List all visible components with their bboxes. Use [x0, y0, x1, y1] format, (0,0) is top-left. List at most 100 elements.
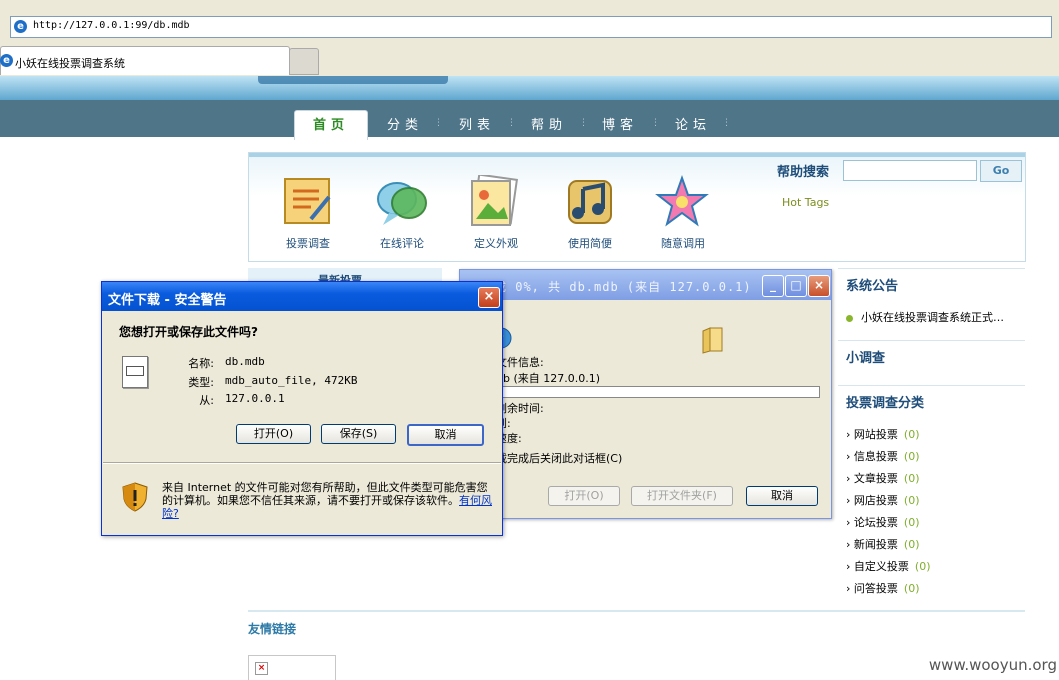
friend-links-title: 友情链接: [248, 622, 297, 636]
category-item[interactable]: › 问答投票 (0): [846, 580, 920, 596]
open-or-save-question: 您想打开或保存此文件吗?: [119, 325, 258, 339]
category-count: (0): [903, 582, 920, 595]
category-item[interactable]: › 新闻投票 (0): [846, 536, 920, 552]
address-input[interactable]: e http://127.0.0.1:99/db.mdb: [10, 16, 1052, 38]
nav-separator: ⋮: [722, 118, 731, 128]
category-item[interactable]: › 网站投票 (0): [846, 426, 920, 442]
nav-separator: ⋮: [651, 118, 660, 128]
open-folder-button[interactable]: 打开文件夹(F): [631, 486, 733, 506]
quick-link-theme[interactable]: 定义外观: [456, 235, 536, 251]
progress-dialog-titlebar: 已完成 0%, 共 db.mdb (来自 127.0.0.1) _ □ ×: [460, 270, 831, 300]
survey-icon[interactable]: [281, 175, 335, 229]
small-survey-title: 小调查: [846, 351, 886, 366]
remaining-time-label: 剩余时间:: [496, 402, 544, 415]
file-type-icon: [122, 356, 148, 388]
announce-item-text: 小妖在线投票调查系统正式…: [861, 311, 1004, 324]
ie-tab-icon: e: [0, 54, 13, 67]
address-url: http://127.0.0.1:99/db.mdb: [33, 20, 190, 31]
nav-separator: ⋮: [507, 118, 516, 128]
category-count: (0): [903, 538, 920, 551]
watermark: www.wooyun.org: [928, 656, 1057, 674]
file-name-label: 名称:: [188, 357, 214, 370]
progress-dialog-title: 已完成 0%, 共 db.mdb (来自 127.0.0.1): [468, 280, 752, 294]
category-section: 投票调查分类 › 网站投票 (0) › 信息投票 (0) › 文章投票 (0) › 网…: [838, 385, 1025, 606]
category-name: 网站投票: [853, 428, 898, 441]
file-type-value: mdb_auto_file, 472KB: [225, 374, 358, 387]
friend-links-divider: [248, 610, 1025, 612]
category-name: 网店投票: [853, 494, 898, 507]
file-info-value: db (来自 127.0.0.1): [496, 372, 601, 385]
folder-icon: [702, 327, 723, 354]
security-dialog-title: 文件下载 - 安全警告: [108, 293, 227, 308]
cancel-button[interactable]: 取消: [407, 424, 484, 446]
theme-icon[interactable]: [468, 175, 522, 229]
small-survey-section: 小调查: [838, 340, 1025, 385]
save-button[interactable]: 保存(S): [321, 424, 396, 444]
warning-message: 来自 Internet 的文件可能对您有所帮助，但此文件类型可能危害您的计算机。…: [162, 481, 488, 507]
site-nav: 首页 分类 ⋮ 列表 ⋮ 帮助 ⋮ 博客 ⋮ 论坛 ⋮: [0, 100, 1059, 140]
panel-top-bar: [249, 153, 1025, 157]
category-item[interactable]: › 文章投票 (0): [846, 470, 920, 486]
address-bar: e http://127.0.0.1:99/db.mdb: [0, 10, 1059, 45]
nav-list[interactable]: 列表: [459, 114, 495, 133]
file-from-label: 从:: [199, 394, 214, 407]
category-name: 论坛投票: [853, 516, 898, 529]
category-count: (0): [903, 472, 920, 485]
file-name-value: db.mdb: [225, 355, 265, 368]
announce-item[interactable]: 小妖在线投票调查系统正式…: [846, 309, 1004, 325]
security-warning-text: 来自 Internet 的文件可能对您有所帮助，但此文件类型可能危害您的计算机。…: [162, 481, 492, 520]
category-count: (0): [903, 516, 920, 529]
category-name: 问答投票: [853, 582, 898, 595]
quick-link-embed[interactable]: 随意调用: [643, 235, 723, 251]
category-item[interactable]: › 信息投票 (0): [846, 448, 920, 464]
download-progress-bar: [496, 386, 820, 398]
progress-open-button[interactable]: 打开(O): [548, 486, 620, 506]
nav-home[interactable]: 首页: [294, 110, 368, 140]
maximize-button[interactable]: □: [785, 275, 807, 297]
security-dialog-close-button[interactable]: ×: [478, 287, 500, 308]
download-progress-dialog: 已完成 0%, 共 db.mdb (来自 127.0.0.1) _ □ × 文件…: [459, 269, 832, 519]
nav-forum[interactable]: 论坛: [675, 114, 711, 133]
browser-tab-active[interactable]: e 小妖在线投票调查系统: [0, 46, 290, 75]
help-search-input[interactable]: [843, 160, 977, 181]
help-search-label: 帮助搜索: [777, 165, 830, 180]
category-name: 文章投票: [853, 472, 898, 485]
file-from-value: 127.0.0.1: [225, 392, 285, 405]
ie-page-icon: e: [14, 20, 27, 33]
quick-link-easy[interactable]: 使用简便: [550, 235, 630, 251]
hot-tags-label: Hot Tags: [782, 196, 830, 209]
category-count: (0): [914, 560, 931, 573]
announce-section: 系统公告 小妖在线投票调查系统正式…: [838, 268, 1025, 339]
site-banner: [0, 76, 1059, 100]
file-info-label: 文件信息:: [496, 356, 544, 369]
site-logo: [258, 76, 448, 84]
progress-cancel-button[interactable]: 取消: [746, 486, 818, 506]
nav-separator: ⋮: [579, 118, 588, 128]
close-button[interactable]: ×: [808, 275, 830, 297]
file-type-label: 类型:: [188, 376, 214, 389]
star-icon[interactable]: [655, 175, 709, 229]
open-button[interactable]: 打开(O): [236, 424, 311, 444]
comment-icon[interactable]: [375, 175, 429, 229]
category-title: 投票调查分类: [846, 396, 925, 411]
new-tab-button[interactable]: [289, 48, 319, 75]
quick-link-comment[interactable]: 在线评论: [362, 235, 442, 251]
nav-separator: ⋮: [434, 118, 443, 128]
category-item[interactable]: › 论坛投票 (0): [846, 514, 920, 530]
auto-close-checkbox-label[interactable]: 载完成后关闭此对话框(C): [496, 450, 622, 466]
category-item[interactable]: › 自定义投票 (0): [846, 558, 931, 574]
file-type-icon-glyph: [126, 366, 144, 376]
broken-image-icon: ×: [255, 662, 268, 675]
minimize-button[interactable]: _: [762, 275, 784, 297]
bullet-icon: [846, 314, 853, 322]
nav-help[interactable]: 帮助: [531, 114, 567, 133]
category-count: (0): [903, 494, 920, 507]
help-search-go-button[interactable]: Go: [980, 160, 1022, 182]
nav-blog[interactable]: 博客: [602, 114, 638, 133]
music-note-icon[interactable]: [563, 175, 617, 229]
friend-link-image[interactable]: ×: [248, 655, 336, 680]
quick-link-survey[interactable]: 投票调查: [268, 235, 348, 251]
dialog-divider: [103, 462, 501, 464]
nav-category[interactable]: 分类: [387, 114, 423, 133]
category-item[interactable]: › 网店投票 (0): [846, 492, 920, 508]
